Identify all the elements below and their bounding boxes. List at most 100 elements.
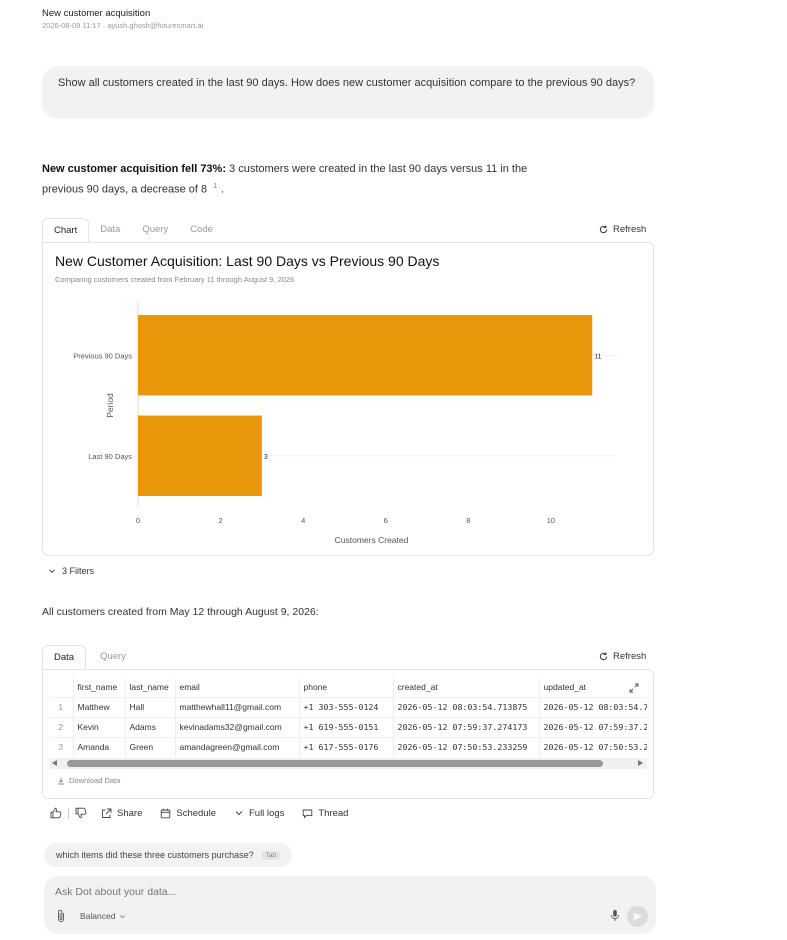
conversation-title: New customer acquisition: [42, 8, 151, 19]
table-row: 2 Kevin Adams kevinadams32@gmail.com +1 …: [49, 716, 647, 737]
column-header[interactable]: email: [174, 678, 299, 697]
table-cell[interactable]: Amanda: [72, 736, 125, 757]
data-label: 3: [264, 454, 268, 461]
table-header-row: first_name last_name email phone created…: [49, 678, 647, 697]
schedule-button[interactable]: Schedule: [160, 808, 216, 819]
mode-selector[interactable]: Balanced: [80, 911, 126, 921]
x-tick-label: 8: [466, 516, 470, 525]
x-tick-label: 2: [219, 516, 223, 525]
category-label: Last 90 Days: [88, 452, 132, 461]
refresh-label: Refresh: [613, 651, 647, 662]
thumbs-down-icon[interactable]: [75, 807, 87, 819]
answer-headline: New customer acquisition fell 73%:: [42, 163, 226, 175]
table-cell[interactable]: 2026-05-12 07:59:37.274173: [392, 716, 539, 737]
microphone-icon[interactable]: [610, 909, 620, 922]
category-label: Previous 90 Days: [73, 351, 132, 360]
table-cell[interactable]: +1 303-555-0124: [298, 696, 393, 717]
full-logs-button[interactable]: Full logs: [234, 808, 284, 819]
table-cell[interactable]: Matthew: [72, 696, 125, 717]
x-tick-label: 0: [136, 516, 140, 525]
table-cell[interactable]: 2026-05-12 08:03:54.713875: [392, 696, 539, 717]
conversation-header: New customer acquisition 2026-08-09 11:1…: [42, 8, 203, 30]
chart-refresh-button[interactable]: Refresh: [599, 224, 646, 235]
scroll-left-arrow[interactable]: [52, 760, 57, 766]
share-button[interactable]: Share: [101, 808, 142, 819]
tab-table-query[interactable]: Query: [86, 645, 140, 669]
table-cell[interactable]: 2026-05-12 07:59:37.2: [538, 716, 647, 737]
x-tick-label: 4: [301, 516, 305, 525]
column-header[interactable]: first_name: [72, 678, 125, 697]
chevron-down-icon: [235, 811, 243, 816]
download-data-button[interactable]: Download Data: [57, 776, 120, 785]
table-cell[interactable]: Hall: [124, 696, 175, 717]
speech-bubble-icon: [303, 809, 313, 818]
table-refresh-button[interactable]: Refresh: [599, 651, 646, 662]
x-tick-label: 10: [547, 516, 555, 525]
tab-key-hint: Tab: [261, 850, 281, 860]
table-cell[interactable]: +1 619-555-0151: [298, 716, 393, 737]
horizontal-scrollbar[interactable]: [49, 758, 647, 769]
filters-toggle[interactable]: 3 Filters: [48, 566, 94, 576]
bar-chart: Previous 90 Days 11 Last 90 Days 3 0 2 4 6 8 10 Cu…: [73, 301, 617, 545]
share-icon: [102, 808, 112, 818]
x-axis-title: Customers Created: [335, 535, 409, 545]
assistant-answer: New customer acquisition fell 73%: 3 cus…: [42, 160, 562, 199]
action-separator: [68, 807, 69, 819]
table-cell[interactable]: kevinadams32@gmail.com: [174, 716, 299, 737]
tab-code[interactable]: Code: [179, 218, 224, 242]
answer-end: .: [221, 183, 225, 196]
chart-panel-tabs: Chart Data Query Code: [42, 218, 224, 242]
tab-data[interactable]: Data: [89, 218, 131, 242]
table-cell[interactable]: amandagreen@gmail.com: [174, 736, 299, 757]
scroll-right-arrow[interactable]: [638, 760, 643, 766]
tab-chart[interactable]: Chart: [42, 218, 90, 242]
table-cell[interactable]: 2026-05-12 07:50:53.233259: [392, 736, 539, 757]
refresh-icon: [599, 225, 608, 234]
table-cell[interactable]: 2026-05-12 07:50:53.2: [538, 736, 647, 757]
calendar-icon: [161, 808, 171, 818]
footnote-marker[interactable]: 1: [213, 183, 217, 190]
table-cell[interactable]: Adams: [124, 716, 175, 737]
suggestion-text: which items did these three customers pu…: [56, 850, 254, 860]
thumbs-up-icon[interactable]: [50, 807, 62, 819]
chat-composer: Balanced: [44, 876, 656, 934]
table-card: first_name last_name email phone created…: [42, 669, 654, 799]
filters-label: 3 Filters: [62, 566, 95, 576]
chevron-down-icon: [120, 914, 126, 918]
mode-label: Balanced: [80, 911, 116, 921]
column-header[interactable]: last_name: [124, 678, 175, 697]
table-cell[interactable]: Kevin: [72, 716, 125, 737]
column-header[interactable]: phone: [298, 678, 393, 697]
scrollbar-thumb[interactable]: [67, 760, 603, 767]
expand-icon[interactable]: [629, 683, 639, 693]
bar: [138, 415, 262, 496]
tab-query[interactable]: Query: [131, 218, 179, 242]
table-viewport: first_name last_name email phone created…: [49, 678, 647, 757]
download-label: Download Data: [69, 776, 121, 785]
table-cell[interactable]: Green: [124, 736, 175, 757]
table-cell[interactable]: matthewhall11@gmail.com: [174, 696, 299, 717]
thread-label: Thread: [318, 807, 349, 819]
column-header[interactable]: created_at: [392, 678, 539, 697]
chat-input[interactable]: [55, 884, 595, 900]
table-cell[interactable]: +1 617-555-0176: [298, 736, 393, 757]
row-index-header: [49, 678, 73, 697]
row-index: 1: [49, 696, 73, 717]
row-index: 2: [49, 716, 73, 737]
user-message: Show all customers created in the last 9…: [42, 66, 654, 119]
send-arrow-icon: [633, 912, 642, 921]
download-icon: [58, 777, 64, 784]
table-cell[interactable]: 2026-05-12 08:03:54.7: [538, 696, 647, 717]
table-intro: All customers created from May 12 throug…: [42, 606, 319, 618]
thread-button[interactable]: Thread: [302, 808, 348, 819]
suggested-question[interactable]: which items did these three customers pu…: [44, 843, 293, 867]
paperclip-icon[interactable]: [56, 909, 66, 923]
data-label: 11: [594, 353, 601, 360]
bar: [138, 315, 593, 396]
y-axis-title: Period: [105, 393, 115, 418]
send-button[interactable]: [627, 906, 648, 927]
tab-table-data[interactable]: Data: [42, 645, 87, 669]
x-tick-label: 6: [384, 516, 388, 525]
schedule-label: Schedule: [176, 807, 216, 819]
full-logs-label: Full logs: [248, 807, 285, 819]
